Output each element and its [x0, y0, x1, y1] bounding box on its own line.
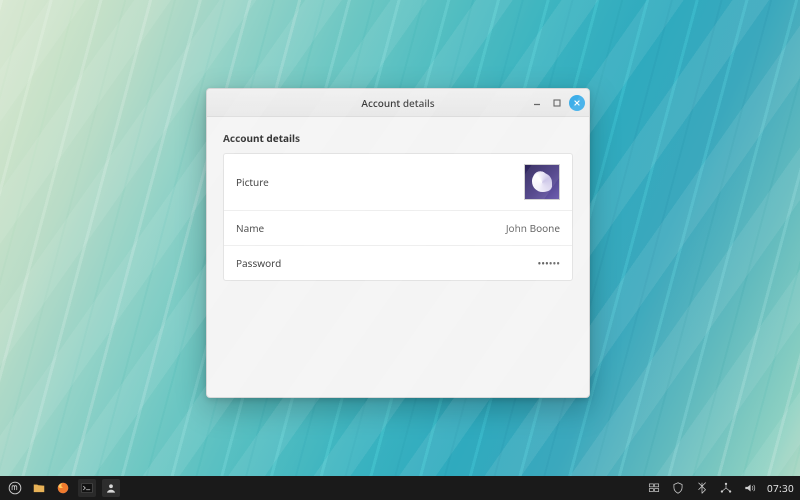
network-icon[interactable] — [717, 479, 735, 497]
taskbar: 07:30 — [0, 476, 800, 500]
maximize-button[interactable] — [549, 95, 565, 111]
account-details-window: Account details Account details Picture — [206, 88, 590, 398]
password-row[interactable]: Password •••••• — [224, 246, 572, 280]
password-value: •••••• — [537, 256, 560, 270]
window-controls — [529, 95, 585, 111]
picture-label: Picture — [236, 175, 269, 189]
bluetooth-icon[interactable] — [693, 479, 711, 497]
minimize-button[interactable] — [529, 95, 545, 111]
window-titlebar[interactable]: Account details — [207, 89, 589, 117]
password-label: Password — [236, 256, 281, 270]
volume-icon[interactable] — [741, 479, 759, 497]
window-title: Account details — [207, 96, 589, 110]
terminal-icon[interactable] — [78, 479, 96, 497]
name-label: Name — [236, 221, 264, 235]
shield-icon[interactable] — [669, 479, 687, 497]
section-title: Account details — [223, 131, 573, 145]
firefox-icon[interactable] — [54, 479, 72, 497]
picture-row[interactable]: Picture — [224, 154, 572, 211]
taskbar-left — [6, 479, 120, 497]
mint-menu-icon[interactable] — [6, 479, 24, 497]
name-row[interactable]: Name John Boone — [224, 211, 572, 246]
account-details-list: Picture Name John Boone Password •••••• — [223, 153, 573, 281]
window-content: Account details Picture Name John Boone … — [207, 117, 589, 397]
user-account-taskbar-icon[interactable] — [102, 479, 120, 497]
workspaces-icon[interactable] — [645, 479, 663, 497]
desktop-wallpaper: Account details Account details Picture — [0, 0, 800, 500]
name-value: John Boone — [506, 221, 560, 235]
files-icon[interactable] — [30, 479, 48, 497]
avatar-icon[interactable] — [524, 164, 560, 200]
taskbar-right: 07:30 — [645, 479, 794, 497]
close-button[interactable] — [569, 95, 585, 111]
taskbar-clock[interactable]: 07:30 — [767, 481, 794, 495]
